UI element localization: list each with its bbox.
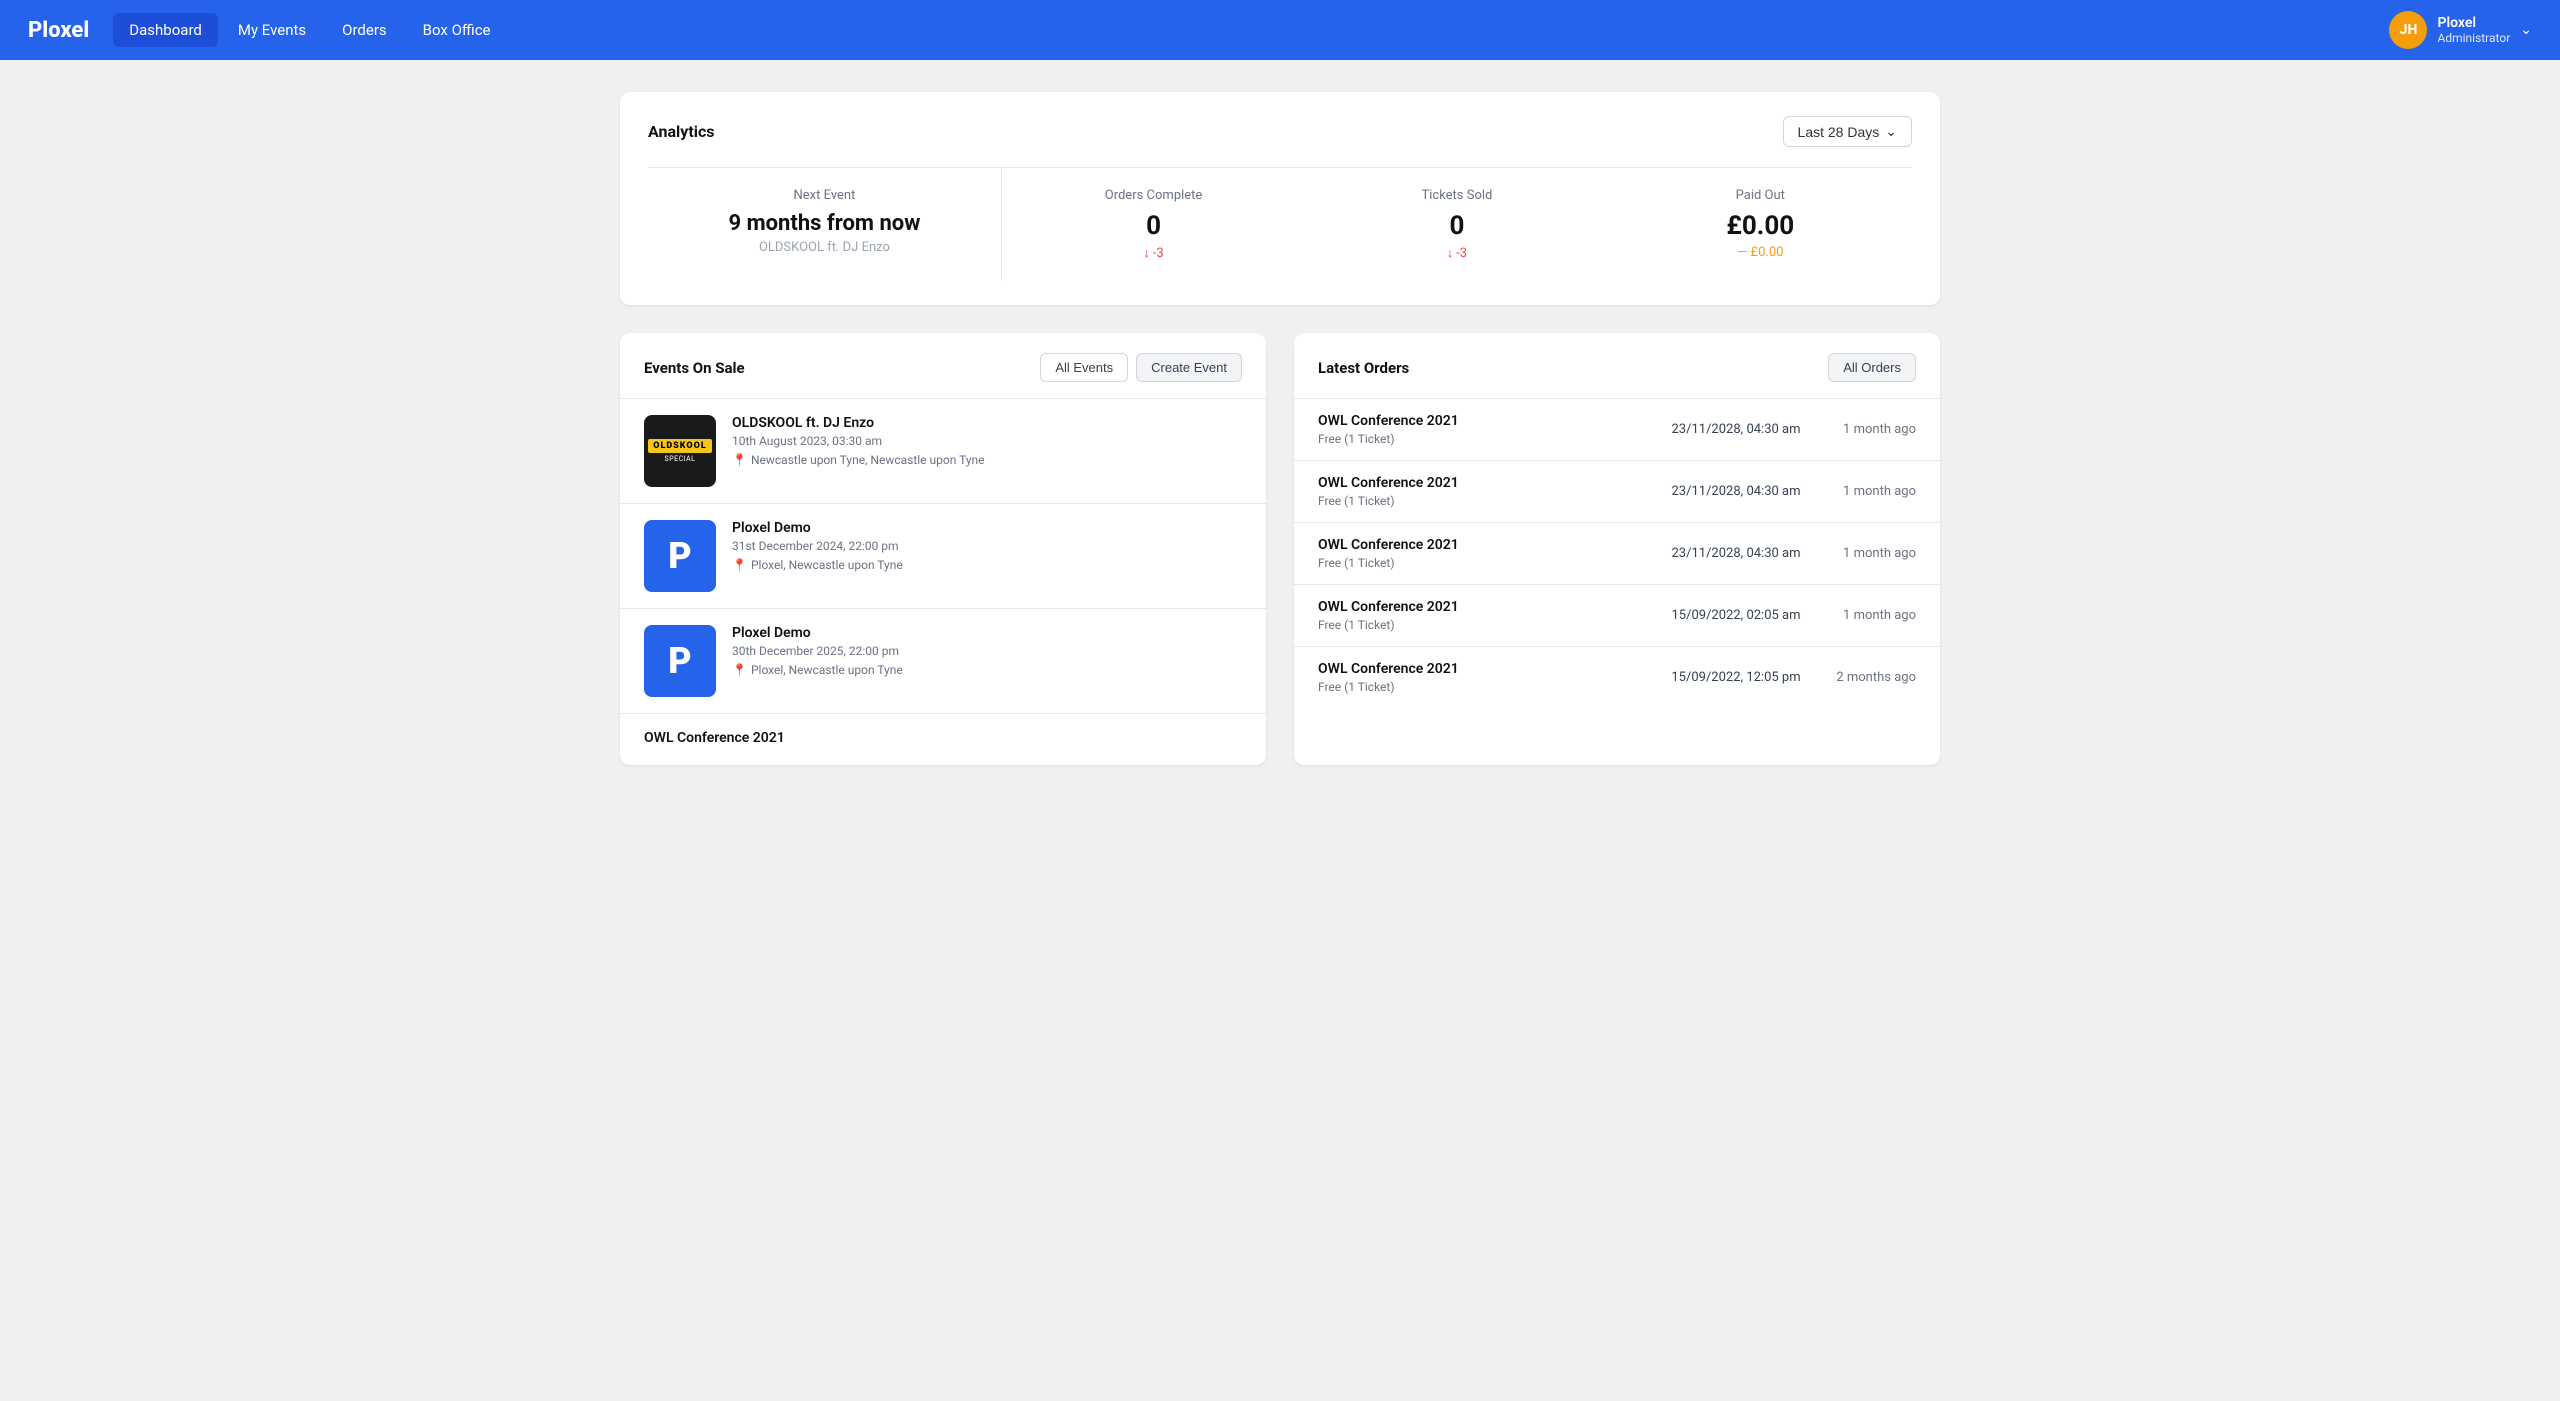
user-role: Administrator [2437, 31, 2510, 45]
event-thumbnail: P [644, 625, 716, 697]
app-logo: Ploxel [28, 18, 89, 43]
user-info: Ploxel Administrator [2437, 15, 2510, 45]
analytics-title: Analytics [648, 122, 715, 141]
nav-item-orders[interactable]: Orders [326, 13, 403, 47]
stat-paid-out: Paid Out £0.00 — £0.00 [1609, 168, 1912, 281]
pin-icon: 📍 [732, 663, 747, 677]
chevron-down-icon: ⌄ [2520, 22, 2532, 38]
avatar: JH [2389, 11, 2427, 49]
nav-item-dashboard[interactable]: Dashboard [113, 13, 218, 47]
orders-panel-title: Latest Orders [1318, 359, 1409, 377]
analytics-card: Analytics Last 28 Days ⌄ Next Event 9 mo… [620, 92, 1940, 305]
events-panel: Events On Sale All Events Create Event O… [620, 333, 1266, 765]
event-thumbnail: OLDSKOOL SPECIAL [644, 415, 716, 487]
list-item[interactable]: OWL Conference 2021 [620, 713, 1266, 765]
event-thumbnail: P [644, 520, 716, 592]
all-orders-button[interactable]: All Orders [1828, 353, 1916, 382]
all-events-button[interactable]: All Events [1040, 353, 1128, 382]
nav-item-my-events[interactable]: My Events [222, 13, 322, 47]
arrow-down-icon: ↓ [1447, 245, 1454, 261]
list-item[interactable]: OWL Conference 2021 Free (1 Ticket) 23/1… [1294, 398, 1940, 460]
list-item[interactable]: P Ploxel Demo 30th December 2025, 22:00 … [620, 608, 1266, 713]
arrow-down-icon: ↓ [1143, 245, 1150, 261]
pin-icon: 📍 [732, 558, 747, 572]
date-filter-button[interactable]: Last 28 Days ⌄ [1783, 116, 1912, 147]
user-menu[interactable]: JH Ploxel Administrator ⌄ [2389, 11, 2532, 49]
stat-tickets-sold: Tickets Sold 0 ↓ -3 [1305, 168, 1608, 281]
list-item[interactable]: OWL Conference 2021 Free (1 Ticket) 15/0… [1294, 646, 1940, 708]
orders-panel: Latest Orders All Orders OWL Conference … [1294, 333, 1940, 765]
tickets-sold-delta: ↓ -3 [1333, 245, 1580, 261]
events-panel-title: Events On Sale [644, 359, 745, 377]
list-item[interactable]: OWL Conference 2021 Free (1 Ticket) 23/1… [1294, 522, 1940, 584]
stat-next-event: Next Event 9 months from now OLDSKOOL ft… [648, 168, 1002, 281]
list-item[interactable]: OLDSKOOL SPECIAL OLDSKOOL ft. DJ Enzo 10… [620, 398, 1266, 503]
list-item[interactable]: OWL Conference 2021 Free (1 Ticket) 15/0… [1294, 584, 1940, 646]
paid-out-delta: — £0.00 [1637, 245, 1884, 260]
chevron-down-icon: ⌄ [1885, 123, 1897, 140]
navbar: Ploxel Dashboard My Events Orders Box Of… [0, 0, 2560, 60]
stat-orders-complete: Orders Complete 0 ↓ -3 [1002, 168, 1305, 281]
user-name: Ploxel [2437, 15, 2510, 31]
create-event-button[interactable]: Create Event [1136, 353, 1242, 382]
pin-icon: 📍 [732, 453, 747, 467]
list-item[interactable]: OWL Conference 2021 Free (1 Ticket) 23/1… [1294, 460, 1940, 522]
orders-complete-delta: ↓ -3 [1030, 245, 1277, 261]
nav-item-box-office[interactable]: Box Office [407, 13, 507, 47]
list-item[interactable]: P Ploxel Demo 31st December 2024, 22:00 … [620, 503, 1266, 608]
